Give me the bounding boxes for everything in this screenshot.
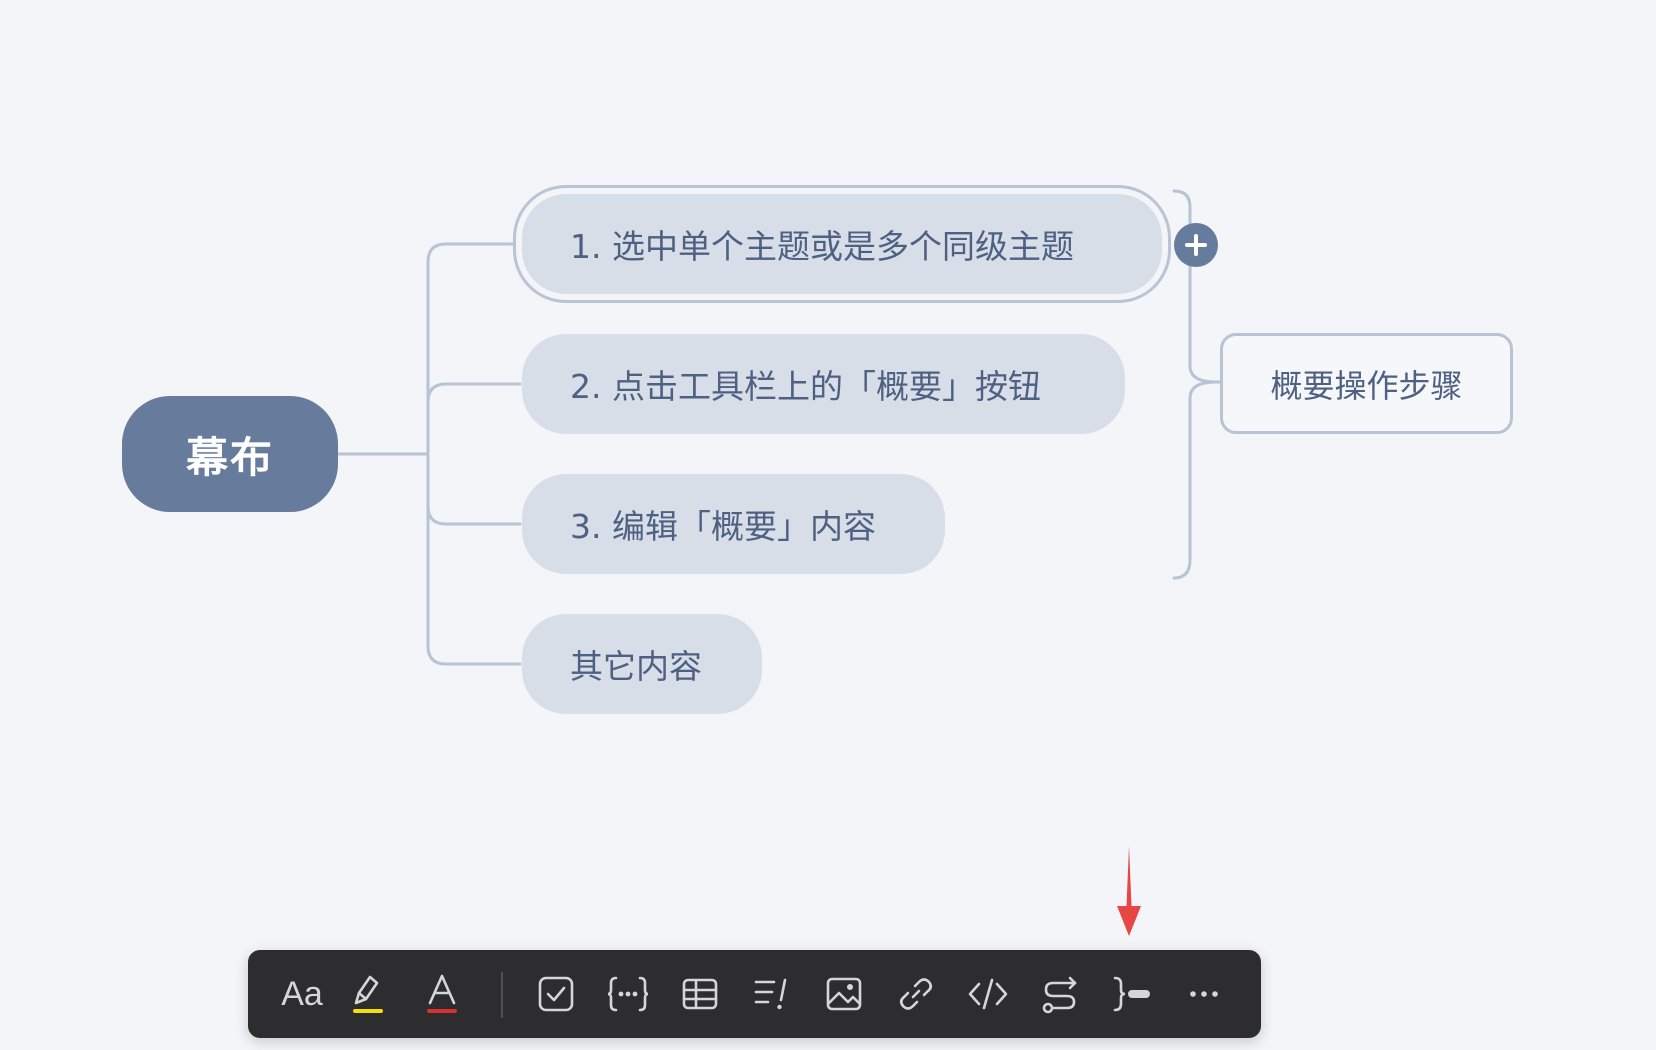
table-tool[interactable] (674, 969, 726, 1019)
expression-tool[interactable] (602, 969, 654, 1019)
formatting-toolbar: Aa (248, 950, 1261, 1038)
checkbox-tool[interactable] (530, 969, 582, 1019)
summary-tool[interactable] (1106, 969, 1158, 1019)
topic-3[interactable]: 3. 编辑「概要」内容 (522, 474, 945, 574)
code-icon (968, 978, 1008, 1010)
list-priority-icon (754, 978, 787, 1010)
branch-connector-2 (426, 382, 522, 456)
more-tool[interactable] (1178, 969, 1230, 1019)
highlighter-icon (353, 975, 383, 1013)
topic-2[interactable]: 2. 点击工具栏上的「概要」按钮 (522, 334, 1125, 434)
font-style-icon: Aa (281, 974, 323, 1013)
image-icon (826, 977, 862, 1011)
topic-1[interactable]: 1. 选中单个主题或是多个同级主题 (522, 194, 1162, 294)
text-color-icon (427, 974, 457, 1013)
link-icon (899, 978, 933, 1010)
table-icon (682, 978, 718, 1010)
image-tool[interactable] (818, 969, 870, 1019)
braces-ellipsis-icon (607, 976, 649, 1012)
topic-4[interactable]: 其它内容 (522, 614, 762, 714)
highlight-button[interactable] (342, 969, 394, 1019)
root-topic[interactable]: 幕布 (122, 396, 338, 512)
link-tool[interactable] (890, 969, 942, 1019)
code-tool[interactable] (962, 969, 1014, 1019)
text-color-button[interactable] (416, 969, 468, 1019)
branch-connector-4 (426, 452, 522, 666)
priority-tool[interactable] (746, 969, 798, 1019)
plus-icon[interactable] (1174, 223, 1218, 267)
branch-connector-1 (426, 242, 520, 456)
toolbar-divider (501, 972, 503, 1018)
mindmap-canvas[interactable]: 幕布 1. 选中单个主题或是多个同级主题 2. 点击工具栏上的「概要」按钮 3.… (0, 0, 1656, 1050)
branch-connector-3 (426, 452, 522, 526)
red-arrow-down-icon (1117, 846, 1141, 936)
font-style-button[interactable]: Aa (272, 969, 332, 1019)
summary-topic[interactable]: 概要操作步骤 (1220, 333, 1513, 434)
relation-icon (1042, 976, 1077, 1014)
relation-tool[interactable] (1034, 969, 1086, 1019)
more-icon (1190, 991, 1218, 997)
checkbox-icon (538, 976, 574, 1012)
summary-icon (1113, 976, 1150, 1012)
